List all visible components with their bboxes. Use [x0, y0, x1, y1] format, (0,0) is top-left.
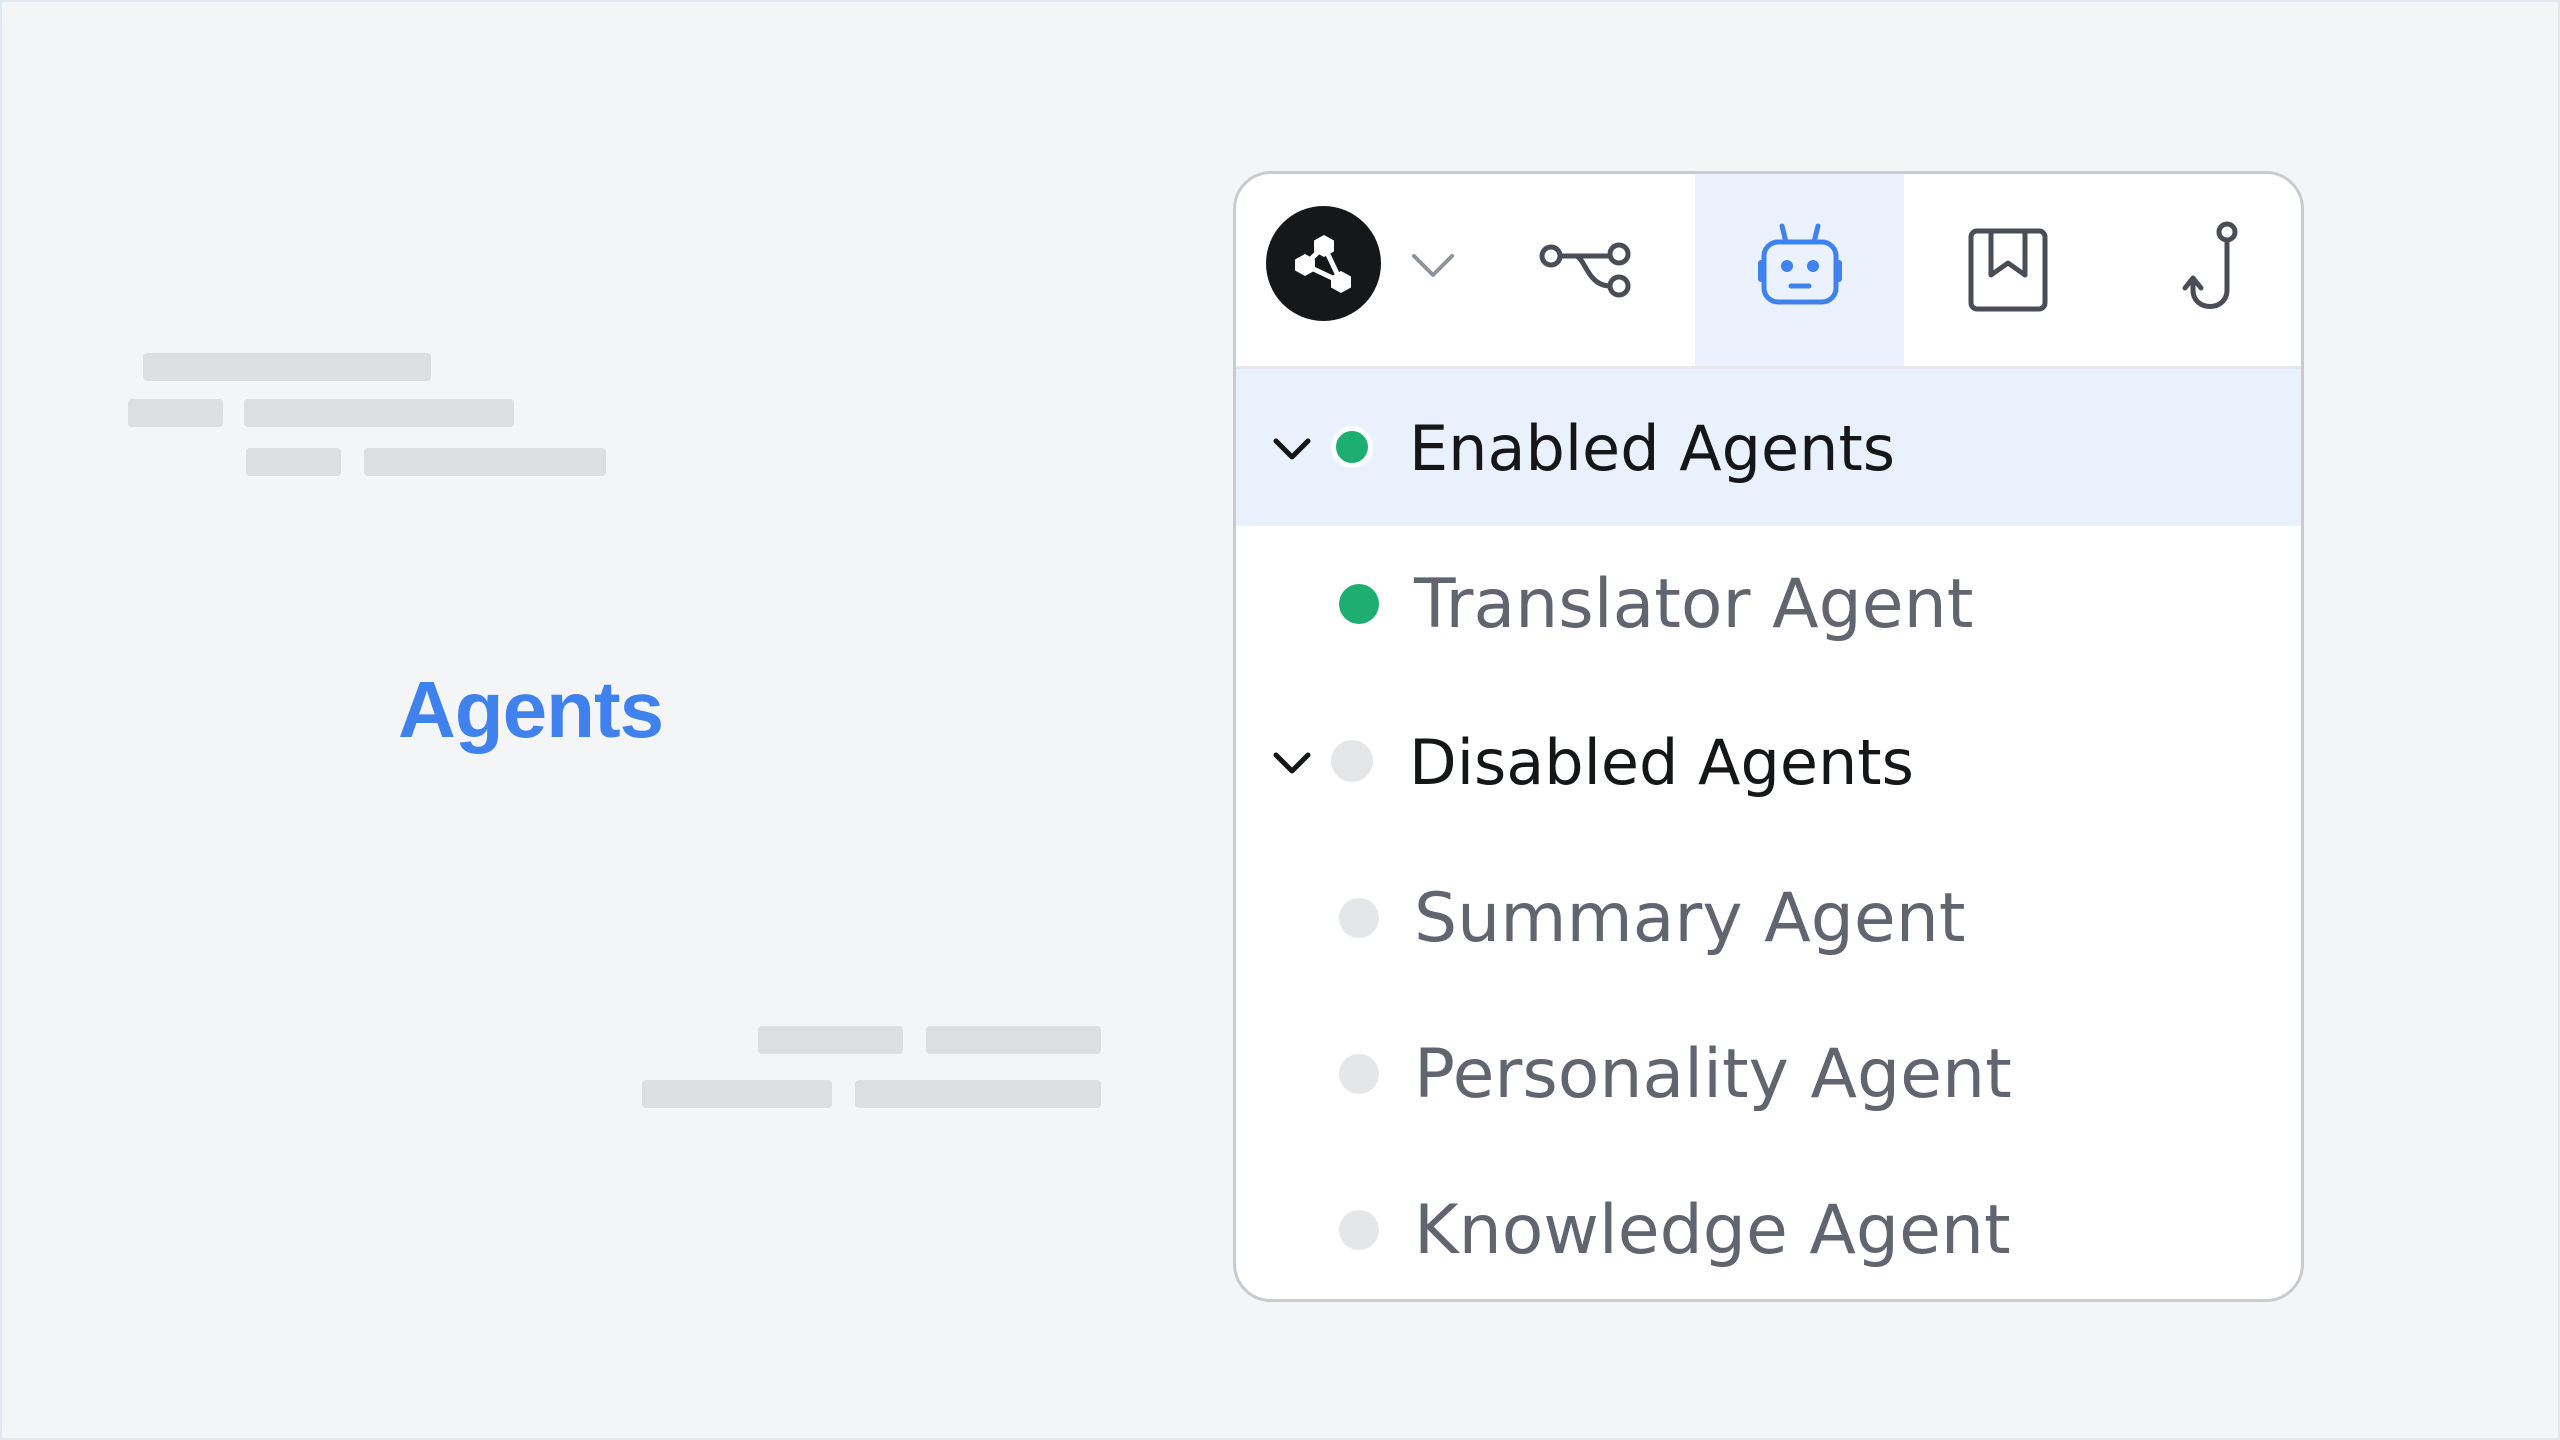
- group-label: Enabled Agents: [1409, 412, 1896, 485]
- agents-panel: Enabled Agents Translator Agent Disabled…: [1233, 171, 2304, 1302]
- agent-label: Summary Agent: [1414, 879, 1966, 958]
- chevron-down-icon: [1273, 438, 1311, 460]
- group-label: Disabled Agents: [1409, 726, 1914, 799]
- placeholder-bar: [128, 399, 223, 427]
- status-dot-disabled: [1339, 898, 1379, 938]
- bookmark-book-icon[interactable]: [1903, 174, 2112, 366]
- status-dot-enabled: [1339, 584, 1379, 624]
- chevron-down-icon[interactable]: [1408, 240, 1458, 290]
- workflow-icon[interactable]: [1482, 174, 1691, 366]
- section-title: Agents: [398, 665, 664, 754]
- status-dot-enabled: [1331, 426, 1373, 468]
- agent-label: Personality Agent: [1414, 1035, 2012, 1114]
- agent-label: Translator Agent: [1414, 565, 1974, 644]
- placeholder-bar: [143, 353, 431, 381]
- agent-item[interactable]: Personality Agent: [1236, 996, 2301, 1152]
- chevron-down-icon: [1273, 752, 1311, 774]
- status-dot-disabled: [1339, 1210, 1379, 1250]
- placeholder-bar: [855, 1080, 1101, 1108]
- panel-toolbar: [1236, 174, 2301, 369]
- agent-label: Knowledge Agent: [1414, 1191, 2011, 1270]
- agent-item[interactable]: Knowledge Agent: [1236, 1152, 2301, 1299]
- placeholder-bar: [244, 399, 514, 427]
- status-dot-disabled: [1331, 740, 1373, 782]
- agent-item[interactable]: Translator Agent: [1236, 526, 2301, 682]
- placeholder-bar: [758, 1026, 903, 1054]
- robot-icon[interactable]: [1695, 174, 1904, 366]
- share-nodes-icon[interactable]: [1266, 206, 1381, 321]
- group-enabled-agents[interactable]: Enabled Agents: [1236, 369, 2301, 526]
- placeholder-bar: [926, 1026, 1101, 1054]
- placeholder-bar: [642, 1080, 832, 1108]
- group-disabled-agents[interactable]: Disabled Agents: [1236, 683, 2301, 840]
- placeholder-bar: [364, 448, 606, 476]
- status-dot-disabled: [1339, 1054, 1379, 1094]
- placeholder-bar: [246, 448, 341, 476]
- agent-item[interactable]: Summary Agent: [1236, 840, 2301, 996]
- hook-icon[interactable]: [2108, 174, 2301, 366]
